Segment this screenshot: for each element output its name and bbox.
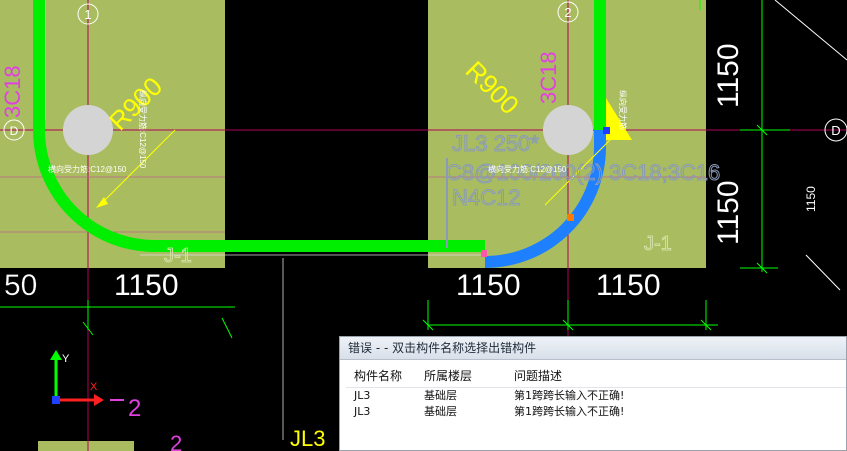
row-floor: 基础层 [424, 389, 457, 402]
row-component-name[interactable]: JL3 [346, 388, 420, 404]
bottom-axis-label: 2 [170, 431, 182, 451]
grip-pink[interactable] [481, 250, 487, 257]
grip-orange[interactable] [567, 214, 574, 221]
label-3c18-left: 3C18 [0, 65, 25, 118]
error-dialog-title[interactable]: 错误 - - 双击构件名称选择出错构件 [340, 337, 846, 360]
rebar-note-horizontal-left: 横向受力筋:C12@150 [48, 164, 127, 174]
row-problem: 第1跨跨长输入不正确! [514, 405, 625, 418]
dim-text-bottom-3: 1150 [596, 269, 661, 302]
dim-text-vertical-1: 1150 [712, 43, 745, 108]
beam-annotation-line3: N4C12 [452, 185, 520, 210]
dim-text-bottom-2: 1150 [456, 269, 521, 302]
ucs-y-label: Y [62, 353, 70, 365]
rebar-note-vertical-mid: 纵向受力筋 [618, 90, 628, 130]
header-problem[interactable]: 问题描述 [510, 365, 846, 387]
dim-text-bottom-1: 1150 [114, 269, 179, 302]
axis-label-2: 2 [564, 5, 571, 20]
ucs-icon [50, 350, 104, 406]
beam-annotation-line1: JL3 250* [452, 131, 539, 156]
label-3c18-mid: 3C18 [536, 51, 561, 104]
dim-text-partial-50: 50 [4, 269, 37, 302]
error-dialog[interactable]: 错误 - - 双击构件名称选择出错构件 构件名称 所属楼层 问题描述 JL3 基… [339, 336, 847, 451]
dim-slash-right [774, 0, 847, 61]
column-right[interactable] [543, 105, 593, 155]
error-list[interactable]: 构件名称 所属楼层 问题描述 JL3 基础层 第1跨跨长输入不正确! JL3 基… [346, 365, 846, 450]
footing-label-j1-left: J-1 [164, 245, 192, 267]
footing-label-j1-right: J-1 [644, 233, 672, 255]
axis-label-d-right: D [831, 123, 840, 138]
row-floor: 基础层 [424, 405, 457, 418]
header-component-name[interactable]: 构件名称 [346, 365, 420, 387]
error-row[interactable]: JL3 基础层 第1跨跨长输入不正确! [346, 404, 846, 420]
footing-pad-bottom [38, 441, 134, 451]
row-component-name[interactable]: JL3 [346, 404, 420, 420]
rebar-note-vertical-left: 纵向受力筋:C12@150 [138, 90, 148, 169]
error-list-header: 构件名称 所属楼层 问题描述 [346, 365, 846, 388]
grip-blue[interactable] [603, 127, 610, 134]
dim-text-vertical-small: 1150 [804, 186, 818, 212]
ucs-2-label: 2 [128, 395, 141, 422]
axis-label-d-left: D [10, 124, 19, 138]
header-floor[interactable]: 所属楼层 [420, 365, 510, 387]
jl3-bottom-label: JL3 [290, 426, 325, 451]
ucs-x-label: X [90, 381, 98, 393]
dim-text-vertical-2: 1150 [712, 180, 745, 245]
row-problem: 第1跨跨长输入不正确! [514, 389, 625, 402]
leader-white [805, 254, 841, 291]
axis-label-1: 1 [84, 7, 91, 22]
error-row[interactable]: JL3 基础层 第1跨跨长输入不正确! [346, 388, 846, 404]
beam-jl3-green-right[interactable] [594, 0, 606, 130]
rebar-note-horizontal-mid: 横向受力筋:C12@150 [488, 164, 567, 174]
